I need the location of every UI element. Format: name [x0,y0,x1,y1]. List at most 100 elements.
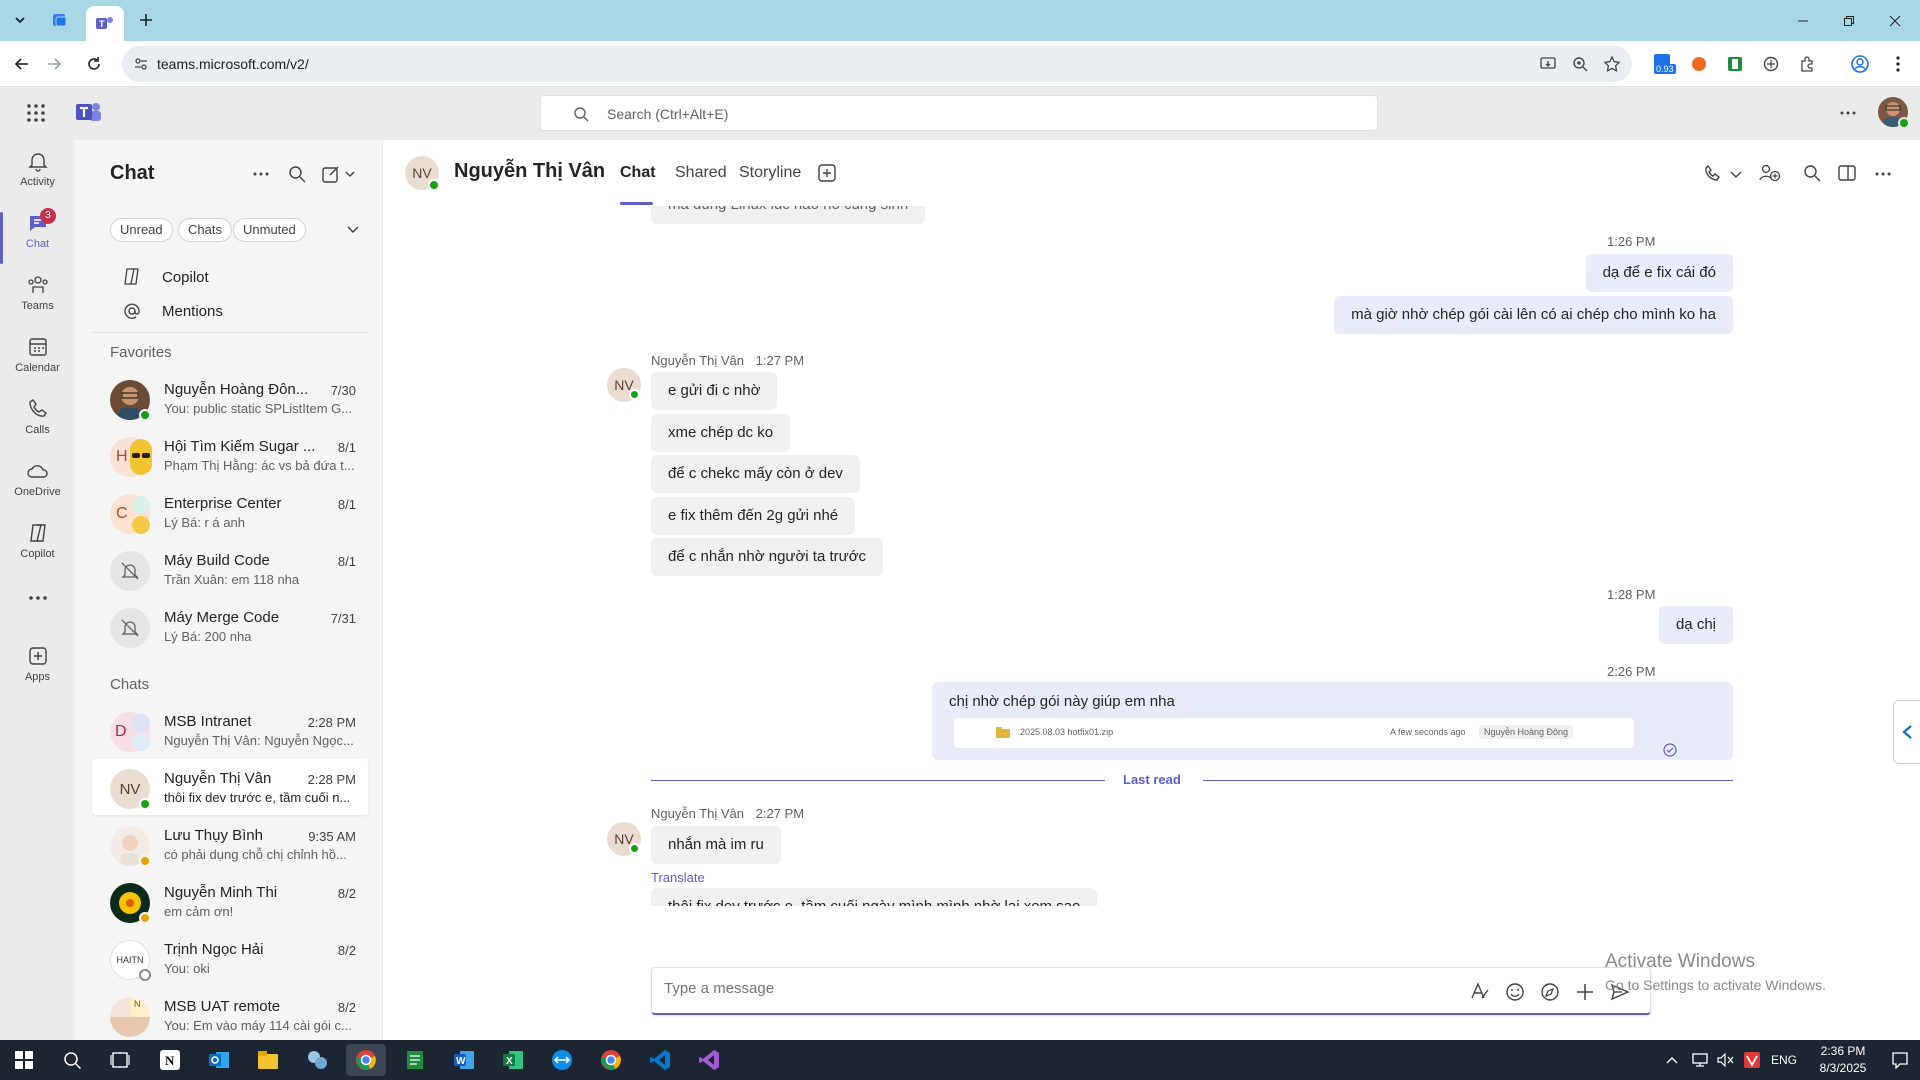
rail-copilot[interactable]: Copilot [0,522,75,582]
message-bubble-incoming[interactable]: để c chekc mấy còn ở dev [651,455,860,493]
chat-row[interactable]: Nguyễn Minh Thi 8/2 em cảm ơn! [92,873,368,929]
taskbar-notepad-icon[interactable] [395,1044,435,1076]
system-clock[interactable]: 2:36 PM 8/3/2025 [1808,1043,1878,1077]
message-bubble-incoming[interactable]: e fix thêm đến 2g gửi nhé [651,497,856,535]
browser-menu-kebab-icon[interactable] [1884,50,1912,78]
zoom-icon[interactable] [1572,56,1588,72]
rail-more[interactable] [0,595,75,625]
filter-chip-unread[interactable]: Unread [110,218,173,242]
chat-row[interactable]: N MSB UAT remote 8/2 You: Em vào máy 114… [92,987,368,1039]
message-bubble-incoming[interactable]: e gửi đi c nhờ [651,372,778,410]
filter-chip-chats[interactable]: Chats [178,218,232,242]
profile-icon[interactable] [1846,50,1874,78]
file-attachment-card[interactable]: 2025.08.03 hotfix01.zip A few seconds ag… [954,718,1634,748]
restore-icon[interactable] [1826,0,1872,41]
taskbar-vscode-icon[interactable] [640,1044,680,1076]
notification-center-icon[interactable] [1880,1044,1920,1076]
compose-box[interactable] [651,967,1651,1015]
chat-more-options-icon[interactable] [253,172,269,176]
filter-chip-unmuted[interactable]: Unmuted [233,218,306,242]
side-panel-expand-chevron-icon[interactable] [1893,700,1920,764]
back-arrow-icon[interactable] [8,50,36,78]
close-window-icon[interactable] [1872,0,1918,41]
rail-teams[interactable]: Teams [0,274,75,334]
tab-storyline[interactable]: Storyline [739,164,801,182]
favorite-chat-row[interactable]: H Hội Tìm Kiếm Sugar ... 8/1 Phạm Thị Hằ… [92,427,368,483]
message-bubble-outgoing[interactable]: dạ chị [1658,606,1733,644]
favorite-chat-row[interactable]: Nguyễn Hoàng Đôn... 7/30 You: public sta… [92,370,368,426]
extensions-puzzle-icon[interactable] [1793,50,1821,78]
extension-shield-icon[interactable] [1757,50,1785,78]
favorites-section-label[interactable]: Favorites [110,344,172,361]
new-tab-plus-icon[interactable] [132,7,160,33]
tray-app-red-icon[interactable] [1740,1044,1764,1076]
bookmark-star-icon[interactable] [1604,56,1620,72]
task-view-icon[interactable] [100,1044,140,1076]
app-launcher-grid-icon[interactable] [26,103,46,123]
windows-start-icon[interactable] [4,1044,44,1076]
taskbar-notion-icon[interactable]: N [150,1044,190,1076]
chat-row[interactable]: HAITN Trịnh Ngọc Hải 8/2 You: oki [92,930,368,986]
address-bar[interactable]: teams.microsoft.com/v2/ [122,46,1632,82]
favorite-chat-row[interactable]: Máy Merge Code 7/31 Lý Bá: 200 nha [92,598,368,654]
taskbar-word-icon[interactable]: W [444,1044,484,1076]
message-bubble-incoming[interactable]: thôi fix dev trước e, tầm cuối ngày mình… [651,888,1098,906]
conversation-more-icon[interactable] [1875,172,1891,176]
rail-calls[interactable]: Calls [0,398,75,458]
volume-muted-icon[interactable] [1714,1044,1738,1076]
taskbar-outlook-icon[interactable] [199,1044,239,1076]
search-input[interactable]: Search (Ctrl+Alt+E) [540,95,1378,131]
browser-tab-inactive[interactable] [46,7,74,33]
chats-section-label[interactable]: Chats [110,676,149,693]
site-settings-icon[interactable] [134,57,148,71]
message-input[interactable] [664,980,1444,997]
settings-more-icon[interactable] [1840,111,1856,115]
pinned-mentions[interactable]: Mentions [122,296,362,326]
taskbar-excel-icon[interactable]: X [493,1044,533,1076]
rail-chat[interactable]: 3 Chat [0,208,75,272]
call-phone-icon[interactable] [1703,164,1723,182]
taskbar-teamviewer-icon[interactable] [542,1044,582,1076]
message-bubble-outgoing[interactable]: dạ để e fix cái đó [1585,254,1733,292]
add-tab-icon[interactable] [818,164,836,182]
chat-search-icon[interactable] [288,165,306,183]
chat-row-selected[interactable]: NV Nguyễn Thị Vân 2:28 PM thôi fix dev t… [92,759,368,815]
extension-green-icon[interactable] [1721,50,1749,78]
rail-calendar[interactable]: Calendar [0,336,75,396]
extension-badge-icon[interactable]: 0.93 [1650,50,1678,78]
message-bubble-incoming[interactable]: xme chép dc ko [651,414,791,452]
add-people-icon[interactable] [1759,164,1781,182]
taskbar-visualstudio-icon[interactable] [689,1044,729,1076]
install-app-icon[interactable] [1540,56,1556,72]
message-bubble-incoming[interactable]: để c nhắn nhờ người ta trước [651,538,884,576]
favorite-chat-row[interactable]: C Enterprise Center 8/1 Lý Bá: r á anh [92,484,368,540]
favorite-chat-row[interactable]: Máy Build Code 8/1 Trần Xuân: em 118 nha [92,541,368,597]
call-dropdown-chevron-icon[interactable] [1730,171,1742,179]
browser-tab-teams[interactable]: T [86,6,124,41]
loop-component-icon[interactable] [1540,982,1560,1002]
minimize-icon[interactable] [1780,0,1826,41]
rail-onedrive[interactable]: OneDrive [0,460,75,520]
popout-chat-icon[interactable] [1838,164,1856,182]
input-language[interactable]: ENG [1771,1053,1797,1067]
emoji-icon[interactable] [1505,982,1525,1002]
taskbar-explorer-icon[interactable] [248,1044,288,1076]
network-icon[interactable] [1688,1044,1712,1076]
chat-row[interactable]: Lưu Thụy Bình 9:35 AM có phải dụng chỗ c… [92,816,368,872]
rail-apps[interactable]: Apps [0,645,75,705]
extension-orange-icon[interactable] [1685,50,1713,78]
rail-activity[interactable]: Activity [0,150,75,210]
message-bubble-outgoing[interactable]: mà giờ nhờ chép gói cài lên có ai chép c… [1334,296,1733,334]
tab-shared[interactable]: Shared [675,164,727,182]
message-bubble-with-attachment[interactable]: chị nhờ chép gói này giúp em nha 2025.08… [932,682,1733,760]
send-icon[interactable] [1610,982,1630,1002]
message-list[interactable]: mà dùng Linux lúc nào nó cũng sinh 1:26 … [383,206,1920,906]
taskbar-search-icon[interactable] [52,1044,92,1076]
reload-icon[interactable] [80,50,108,78]
format-text-icon[interactable] [1470,982,1490,1000]
tab-chat[interactable]: Chat [620,164,656,182]
chat-row[interactable]: D MSB Intranet 2:28 PM Nguyễn Thị Vân: N… [92,702,368,758]
contact-name[interactable]: Nguyễn Thị Vân [454,160,605,183]
pinned-copilot[interactable]: Copilot [122,262,362,292]
tray-chevron-up-icon[interactable] [1660,1044,1684,1076]
